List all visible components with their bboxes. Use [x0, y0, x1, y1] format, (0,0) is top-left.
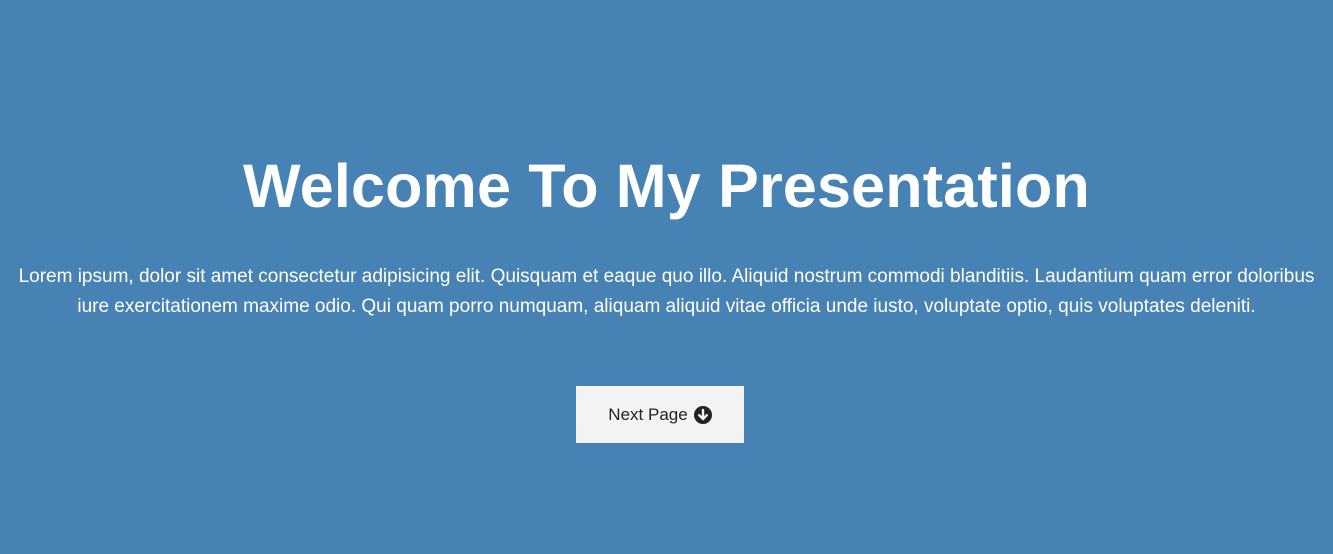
next-page-button-label: Next Page — [608, 404, 688, 424]
intro-paragraph: Lorem ipsum, dolor sit amet consectetur … — [18, 266, 1315, 317]
arrow-circle-down-icon — [693, 405, 712, 424]
page-title: Welcome To My Presentation — [243, 152, 1090, 220]
next-page-button[interactable]: Next Page — [576, 386, 744, 443]
hero-section: Welcome To My Presentation Lorem ipsum, … — [0, 0, 1333, 554]
